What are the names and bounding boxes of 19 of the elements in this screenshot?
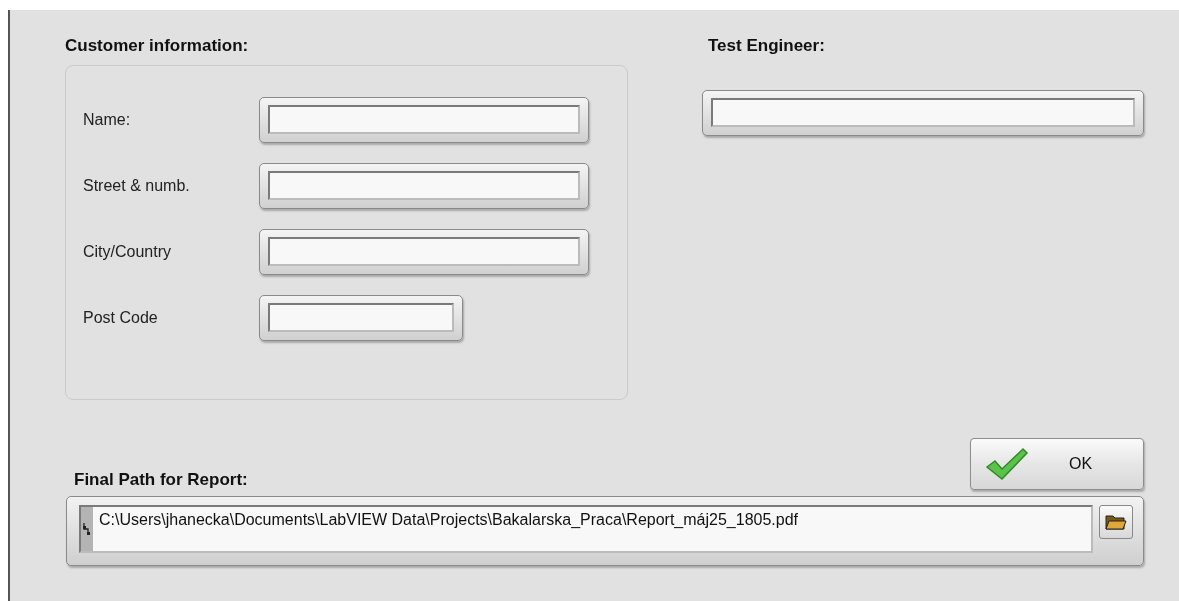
checkmark-icon: [985, 447, 1029, 481]
field-label: Street & numb.: [83, 177, 191, 195]
path-field[interactable]: C:\Users\jhanecka\Documents\LabVIEW Data\Projects\Bakalarska_Praca\Report_máj25_1805.pdf: [66, 496, 1144, 566]
input-field[interactable]: [259, 229, 589, 275]
section-heading: Final Path for Report:: [74, 470, 249, 490]
input-field[interactable]: [259, 163, 589, 209]
path-text: C:\Users\jhanecka\Documents\LabVIEW Data\Projects\Bakalarska_Praca\Report_máj25_1805.pdf: [98, 510, 799, 530]
browse-button[interactable]: [1099, 505, 1133, 539]
ok-button[interactable]: OK: [970, 438, 1144, 490]
input-field[interactable]: [259, 295, 463, 341]
path-icon: [83, 522, 91, 536]
field-label: Name:: [83, 111, 132, 129]
input-field[interactable]: [702, 90, 1144, 136]
field-label: Post Code: [83, 309, 159, 327]
folder-icon: [1105, 514, 1127, 530]
section-heading: Customer information:: [65, 36, 250, 56]
section-heading: Test Engineer:: [708, 36, 826, 56]
field-label: City/Country: [83, 243, 173, 261]
input-field[interactable]: [259, 97, 589, 143]
